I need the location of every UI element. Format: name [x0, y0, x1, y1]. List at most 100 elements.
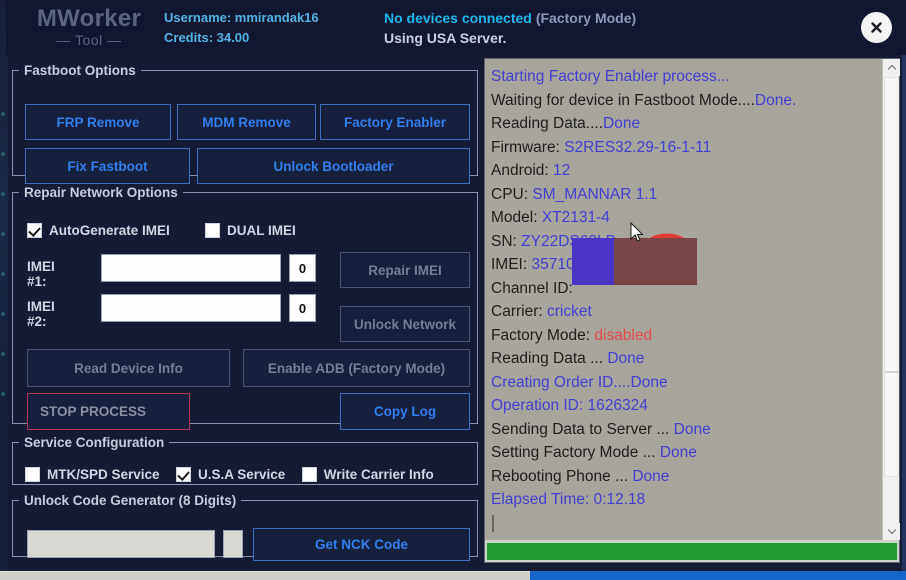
username-label: Username: mmirandak16: [164, 10, 319, 25]
imei2-label: IMEI #2:: [27, 299, 55, 329]
log-line-label: Factory Mode:: [491, 326, 595, 344]
log-line-label: Rebooting Phone ...: [491, 467, 633, 485]
imei1-input[interactable]: [101, 254, 281, 282]
log-line-value: S2RES32.29-16-1-11: [564, 138, 712, 156]
log-line: Operation ID: 1626324: [491, 397, 648, 414]
mdm-remove-button[interactable]: MDM Remove: [177, 104, 316, 140]
scrollbar-thumb[interactable]: [884, 77, 899, 477]
log-line-label: Waiting for device in Fastboot Mode....: [491, 91, 755, 109]
mtk-spd-service-label: MTK/SPD Service: [47, 467, 160, 483]
dual-imei-control[interactable]: DUAL IMEI: [205, 223, 296, 239]
log-line-label: Reading Data....: [491, 115, 604, 132]
log-line-value: Done: [659, 444, 697, 461]
unlock-code-extra-input[interactable]: [223, 530, 243, 558]
dual-imei-label: DUAL IMEI: [227, 223, 296, 239]
log-line-value: Done: [603, 115, 641, 132]
device-status-main: No devices connected: [384, 10, 532, 26]
progress-bar-fill: [487, 543, 897, 560]
unlock-code-input[interactable]: [27, 530, 215, 558]
fastboot-options-legend: Fastboot Options: [24, 63, 136, 78]
scrollbar-mark: [885, 371, 898, 373]
log-line: Reading Data ... Done: [491, 347, 882, 371]
scroll-down-button[interactable]: [883, 523, 900, 540]
checkbox-unchecked-icon[interactable]: [205, 223, 220, 239]
redaction-block-blue: [572, 238, 614, 285]
get-nck-code-button[interactable]: Get NCK Code: [253, 528, 470, 561]
fastboot-options-group: Fastboot Options FRP Remove MDM Remove F…: [12, 63, 478, 184]
close-button[interactable]: [861, 12, 892, 43]
device-status-line: No devices connected (Factory Mode): [384, 8, 636, 28]
app-window: MWorker — Tool — Username: mmirandak16 C…: [0, 0, 906, 580]
repair-imei-button[interactable]: Repair IMEI: [340, 252, 470, 288]
device-status: No devices connected (Factory Mode) Using…: [384, 8, 636, 48]
autogenerate-imei-control[interactable]: AutoGenerate IMEI: [27, 223, 170, 239]
write-carrier-info-checkbox[interactable]: Write Carrier Info: [301, 467, 434, 483]
log-line-label: Sending Data to Server ...: [491, 420, 674, 438]
checkbox-checked-icon[interactable]: [27, 223, 42, 239]
frp-remove-button[interactable]: FRP Remove: [25, 104, 171, 140]
log-line: Rebooting Phone ... Done: [491, 465, 882, 489]
log-line-value: Done: [673, 420, 711, 438]
log-line-value: Done: [607, 350, 645, 367]
log-line: CPU: SM_MANNAR 1.1: [491, 183, 882, 207]
close-icon: [871, 22, 882, 33]
options-pane: Fastboot Options FRP Remove MDM Remove F…: [8, 57, 480, 562]
unlock-network-button[interactable]: Unlock Network: [340, 306, 470, 342]
taskbar-left: [0, 571, 530, 580]
imei1-label: IMEI #1:: [27, 259, 55, 289]
service-checkbox-row: MTK/SPD Service U.S.A Service Write Carr…: [25, 466, 475, 484]
fix-fastboot-button[interactable]: Fix Fastboot: [25, 148, 190, 184]
copy-log-button[interactable]: Copy Log: [340, 393, 470, 430]
log-scrollbar[interactable]: [882, 59, 900, 540]
log-line-value: Done.: [754, 91, 797, 109]
unlock-code-generator-legend: Unlock Code Generator (8 Digits): [24, 493, 237, 508]
log-line-label: Firmware:: [491, 138, 565, 156]
device-status-mode: (Factory Mode): [535, 10, 637, 26]
repair-network-options-group: Repair Network Options AutoGenerate IMEI…: [12, 185, 478, 430]
log-line-value: Done: [632, 467, 670, 485]
read-device-info-button[interactable]: Read Device Info: [27, 349, 230, 387]
imei2-counter: 0: [289, 294, 316, 322]
log-line-value: 35710: [531, 256, 575, 273]
log-line: Sending Data to Server ... Done: [491, 418, 882, 442]
log-line-value: XT2131-4: [541, 209, 610, 226]
factory-enabler-button[interactable]: Factory Enabler: [320, 104, 470, 140]
enable-adb-button[interactable]: Enable ADB (Factory Mode): [243, 349, 470, 387]
log-line: Setting Factory Mode ... Done: [491, 441, 882, 465]
redaction-block-red: [614, 238, 697, 285]
log-line: Reading Data....Done: [491, 112, 882, 136]
app-header: MWorker — Tool — Username: mmirandak16 C…: [6, 0, 906, 55]
scroll-up-button[interactable]: [883, 59, 900, 76]
usa-service-checkbox[interactable]: U.S.A Service: [176, 467, 286, 483]
account-info: Username: mmirandak16 Credits: 34.00: [164, 8, 319, 48]
log-line-label: Model:: [491, 209, 542, 226]
log-line-label: SN:: [491, 232, 522, 250]
taskbar-right: [530, 571, 906, 580]
log-line: Factory Mode: disabled: [491, 324, 882, 348]
dual-imei-checkbox[interactable]: DUAL IMEI: [205, 222, 296, 240]
log-line-label: Carrier:: [491, 303, 547, 320]
log-line: Starting Factory Enabler process...: [491, 68, 730, 85]
repair-network-options-legend: Repair Network Options: [24, 185, 178, 200]
chevron-down-icon: [887, 525, 896, 535]
app-logo-title: MWorker: [36, 5, 142, 32]
app-logo-subtitle: — Tool —: [56, 32, 122, 48]
log-panel: Starting Factory Enabler process... Waiti…: [484, 58, 900, 563]
imei2-input[interactable]: [101, 294, 281, 322]
log-output[interactable]: Starting Factory Enabler process... Waiti…: [485, 59, 882, 540]
log-caret: [492, 515, 494, 532]
checkbox-checked-icon[interactable]: [176, 467, 191, 483]
usa-service-label: U.S.A Service: [198, 467, 286, 483]
stop-process-button[interactable]: STOP PROCESS: [27, 393, 190, 430]
server-label: Using USA Server.: [384, 30, 507, 46]
mtk-spd-service-checkbox[interactable]: MTK/SPD Service: [25, 467, 160, 483]
autogenerate-imei-checkbox[interactable]: AutoGenerate IMEI: [27, 222, 170, 240]
log-line: Waiting for device in Fastboot Mode....D…: [491, 89, 882, 113]
app-logo: MWorker — Tool —: [24, 5, 154, 49]
desktop-right-edge: [902, 0, 906, 571]
checkbox-unchecked-icon[interactable]: [25, 467, 40, 483]
autogenerate-imei-label: AutoGenerate IMEI: [49, 223, 170, 239]
log-line-label: Setting Factory Mode ...: [491, 444, 660, 461]
unlock-bootloader-button[interactable]: Unlock Bootloader: [197, 148, 470, 184]
checkbox-unchecked-icon[interactable]: [301, 467, 317, 483]
